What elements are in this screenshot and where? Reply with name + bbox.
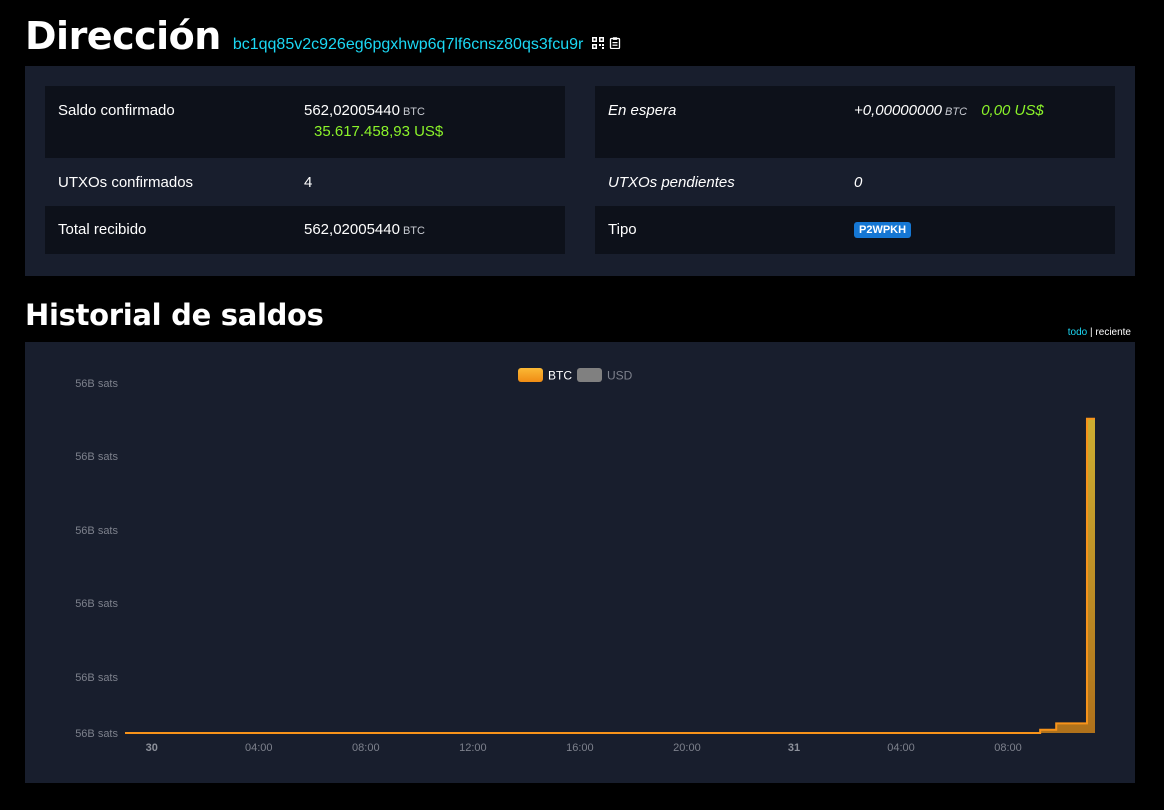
y-tick-label: 56B sats — [75, 378, 118, 390]
btc-balance-line — [125, 417, 1095, 734]
confirmed-utxos-row: UTXOs confirmados 4 — [45, 158, 565, 206]
confirmed-balance-btc: 562,02005440 — [304, 102, 400, 119]
legend-swatch — [518, 368, 543, 382]
pending-label: En espera — [608, 102, 677, 119]
address-page: Dirección bc1qq85v2c926eg6pgxhwp6q7lf6cn… — [0, 0, 1164, 810]
chart-legend: BTC USD — [518, 368, 633, 383]
pending-utxos-label: UTXOs pendientes — [608, 174, 735, 191]
balance-history-chart: 56B sats 56B sats 56B sats 56B sats 56B sats… — [25, 342, 1135, 783]
legend-label: BTC — [548, 369, 572, 383]
legend-item-usd[interactable]: USD — [577, 368, 633, 383]
y-tick-label: 56B sats — [75, 451, 118, 463]
pending-value: +0,00000000 BTC 0,00 US$ — [854, 86, 1115, 158]
legend-swatch — [577, 368, 602, 382]
address-summary: Saldo confirmado 562,02005440 BTC 35.617.… — [25, 66, 1135, 276]
x-tick-label: 12:00 — [459, 742, 487, 754]
pending-btc: +0,00000000 — [854, 102, 943, 119]
history-title: Historial de saldos — [25, 298, 324, 332]
confirmed-balance-usd: 35.617.458,93 US$ — [314, 123, 444, 140]
total-received-unit: BTC — [402, 225, 425, 237]
y-tick-label: 56B sats — [75, 672, 118, 684]
pending-row: En espera +0,00000000 BTC 0,00 US$ — [595, 86, 1115, 158]
confirmed-balance-unit: BTC — [402, 106, 425, 118]
legend-item-btc[interactable]: BTC — [518, 368, 572, 383]
series-layer — [125, 417, 1095, 734]
x-tick-label: 30 — [146, 742, 158, 754]
history-range-switch: todo | reciente — [1068, 327, 1131, 338]
x-tick-label: 04:00 — [887, 742, 915, 754]
type-value: P2WPKH — [854, 206, 1115, 254]
legend-label: USD — [607, 369, 633, 383]
y-tick-label: 56B sats — [75, 598, 118, 610]
pending-unit: BTC — [945, 106, 968, 118]
x-tick-label: 08:00 — [352, 742, 380, 754]
y-axis: 56B sats 56B sats 56B sats 56B sats 56B sats… — [75, 378, 118, 740]
x-tick-label: 04:00 — [245, 742, 273, 754]
y-tick-label: 56B sats — [75, 525, 118, 537]
y-tick-label: 56B sats — [75, 728, 118, 740]
confirmed-balance-row: Saldo confirmado 562,02005440 BTC 35.617.… — [45, 86, 565, 158]
range-recent-link[interactable]: reciente — [1095, 327, 1131, 338]
address-link[interactable]: bc1qq85v2c926eg6pgxhwp6q7lf6cnsz80qs3fcu… — [233, 36, 583, 54]
address-actions — [592, 37, 621, 49]
page-title: Dirección — [25, 14, 221, 58]
confirmed-balance-label: Saldo confirmado — [58, 102, 175, 119]
pending-utxos-value: 0 — [854, 174, 863, 191]
page-header: Dirección bc1qq85v2c926eg6pgxhwp6q7lf6cn… — [25, 14, 621, 64]
address-type-badge: P2WPKH — [854, 222, 912, 238]
summary-right-column: En espera +0,00000000 BTC 0,00 US$ UTXOs … — [595, 86, 1115, 254]
total-received-value: 562,02005440 BTC — [304, 206, 565, 254]
total-received-row: Total recibido 562,02005440 BTC — [45, 206, 565, 254]
pending-utxos-row: UTXOs pendientes 0 — [595, 158, 1115, 206]
pending-usd: 0,00 US$ — [981, 102, 1044, 119]
range-all-link[interactable]: todo — [1068, 327, 1087, 338]
clipboard-icon[interactable] — [609, 37, 621, 49]
total-received-label: Total recibido — [58, 221, 147, 238]
x-axis: 30 04:00 08:00 12:00 16:00 20:00 31 04:00 08:00 — [146, 742, 1022, 754]
summary-left-column: Saldo confirmado 562,02005440 BTC 35.617.… — [45, 86, 565, 254]
x-tick-label: 20:00 — [673, 742, 701, 754]
type-row: Tipo P2WPKH — [595, 206, 1115, 254]
confirmed-utxos-label: UTXOs confirmados — [58, 174, 194, 191]
x-tick-label: 31 — [788, 742, 800, 754]
type-label: Tipo — [608, 221, 637, 238]
total-received-btc: 562,02005440 — [304, 221, 400, 238]
qr-code-icon[interactable] — [592, 37, 605, 49]
x-tick-label: 16:00 — [566, 742, 594, 754]
btc-balance-area — [125, 418, 1095, 733]
range-separator: | — [1090, 327, 1093, 338]
confirmed-utxos-value: 4 — [304, 174, 313, 191]
chart-canvas: 56B sats 56B sats 56B sats 56B sats 56B sats… — [75, 368, 1095, 754]
x-tick-label: 08:00 — [994, 742, 1022, 754]
confirmed-balance-value: 562,02005440 BTC 35.617.458,93 US$ — [304, 86, 565, 158]
